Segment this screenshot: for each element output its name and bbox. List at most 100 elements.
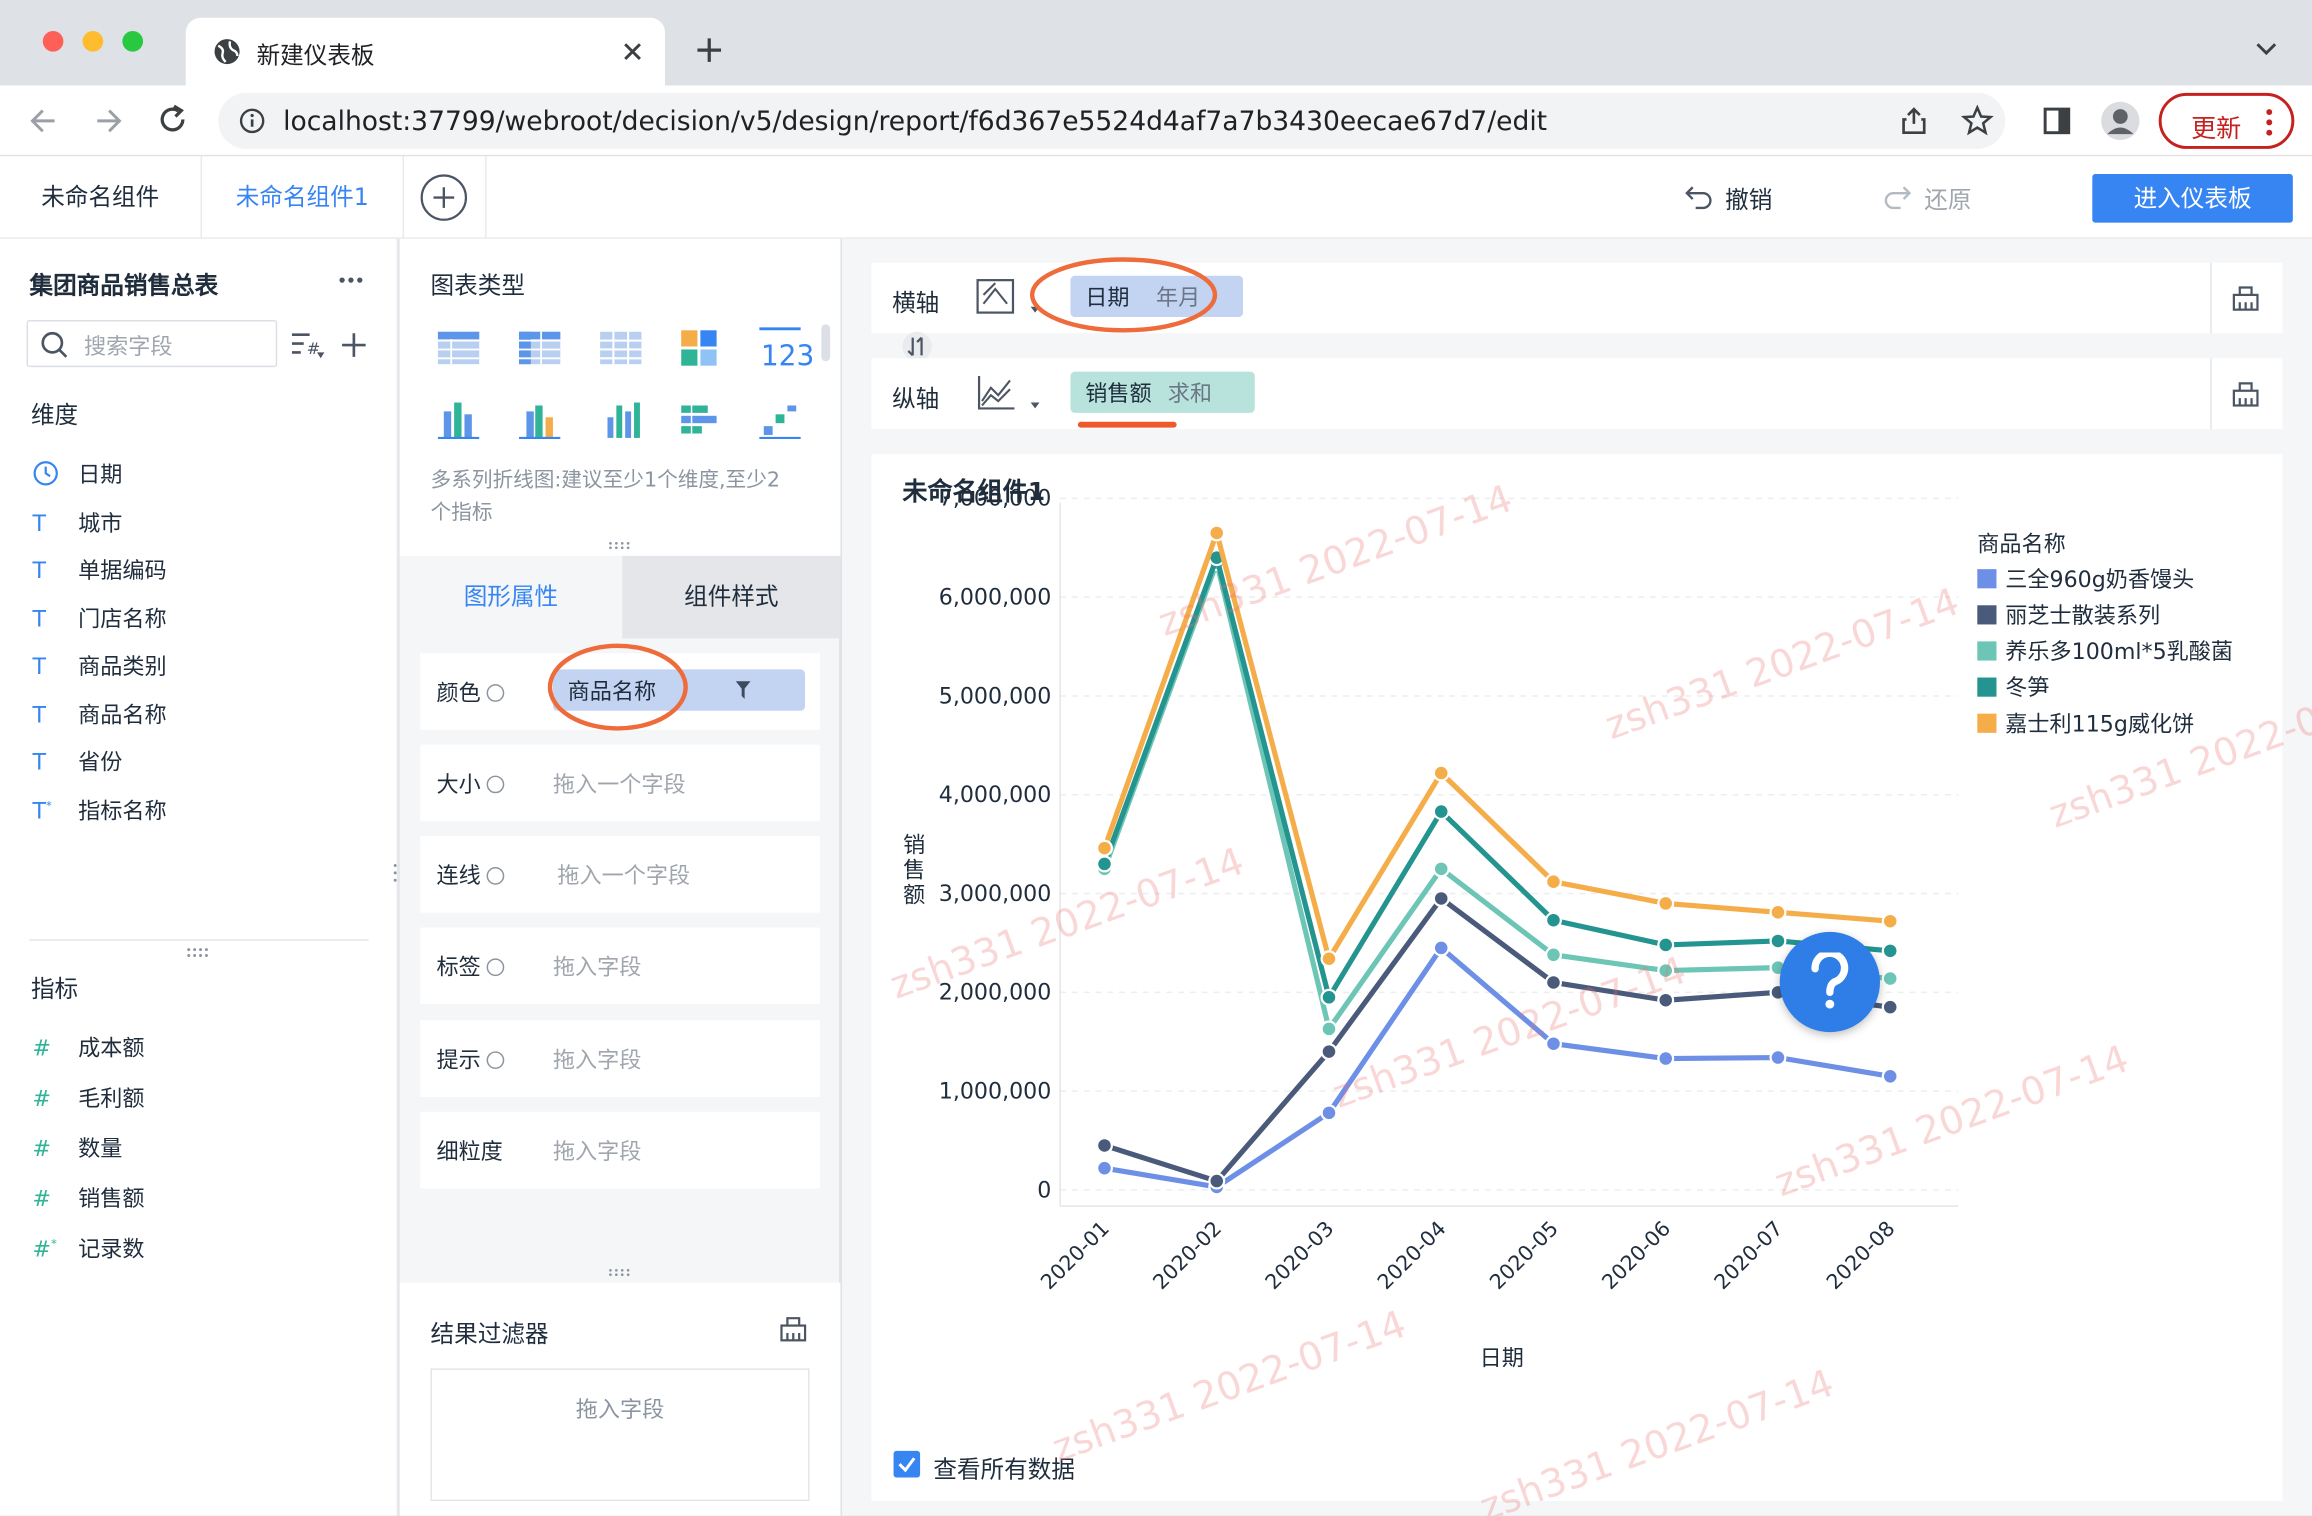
new-tab-icon[interactable] [694,35,723,64]
measure-item-record-count[interactable]: #* 记录数 [32,1233,144,1264]
back-icon[interactable] [28,105,60,137]
resize-handle-icon[interactable] [607,1268,634,1277]
prop-granularity-label: 细粒度 [436,1138,503,1165]
side-panel-icon[interactable] [2042,106,2071,135]
gear-icon[interactable] [486,867,505,885]
measure-item-cost[interactable]: # 成本额 [32,1032,144,1063]
data-point [1544,911,1562,929]
prop-row-tooltip[interactable]: 提示 拖入字段 [420,1020,820,1098]
data-point [1657,962,1675,980]
chart-type-title: 图表类型 [430,271,525,300]
data-point [1544,946,1562,964]
prop-tooltip-hint: 拖入字段 [552,1046,642,1074]
gear-icon[interactable] [486,958,505,977]
data-point [1769,1049,1787,1067]
resize-handle-icon[interactable] [186,947,213,959]
field-sort-filter-icon[interactable]: # [289,329,330,361]
y-tick-label: 3,000,000 [939,881,1052,907]
maximize-window-button[interactable] [122,30,144,52]
browser-tabstrip: 新建仪表板 [0,0,2312,86]
gear-icon[interactable] [486,684,505,702]
prop-row-size[interactable]: 大小 拖入一个字段 [420,744,820,822]
add-field-icon[interactable] [339,330,368,359]
measure-item-gross-profit[interactable]: # 毛利额 [32,1082,144,1113]
heatmap-chart-icon [681,330,717,366]
add-component-icon[interactable] [420,174,468,221]
gallery-scrollbar[interactable] [821,324,831,362]
reload-icon[interactable] [156,103,188,135]
filter-icon[interactable] [734,680,752,701]
tab-component-style[interactable]: 组件样式 [622,555,841,639]
gear-icon[interactable] [486,1051,505,1070]
y-tick-label: 2,000,000 [939,980,1052,1006]
dimension-item-store[interactable]: T 门店名称 [32,603,166,634]
measure-item-quantity[interactable]: # 数量 [32,1132,122,1163]
profile-avatar-icon[interactable] [2100,100,2141,141]
grouped-bar-chart-icon [519,405,561,440]
x-tick-label: 2020-02 [1148,1216,1226,1294]
y-axis-type-icon[interactable] [975,373,1049,414]
y-axis-field-pill[interactable]: 销售额 求和 [1070,371,1255,413]
dimension-item-metric-name[interactable]: T* 指标名称 [32,795,166,826]
text-type-icon: T [32,606,46,633]
data-point [1881,970,1899,987]
share-icon[interactable] [1899,106,1928,135]
forward-icon[interactable] [91,105,123,137]
enter-dashboard-button[interactable]: 进入仪表板 [2092,173,2293,223]
tab-search-chevron-icon[interactable] [2255,40,2279,58]
y-tick-label: 7,000,000 [939,486,1052,512]
row-divider [2210,262,2212,334]
chart-type-gallery[interactable]: 123 [426,320,824,453]
dimension-item-product[interactable]: T 商品名称 [32,699,166,730]
checkbox-checked-icon[interactable] [892,1449,921,1478]
prop-row-color[interactable]: 颜色 商品名称 [420,643,820,731]
dimension-item-doc-code[interactable]: T 单据编码 [32,554,166,585]
dimension-item-city[interactable]: T 城市 [32,507,122,538]
address-bar[interactable]: localhost:37799/webroot/decision/v5/desi… [218,92,2006,149]
dimension-item-province[interactable]: T 省份 [32,746,122,777]
data-panel: 集团商品销售总表 搜索字段 # 维度 日期 T 城市 T 单据编码 T 门店名称… [0,238,403,1516]
data-point [1320,1104,1338,1122]
tab-component-1[interactable]: 未命名组件1 [202,156,405,239]
y-tick-label: 5,000,000 [939,683,1052,709]
dimension-item-category[interactable]: T 商品类别 [32,650,166,681]
tab-graph-properties[interactable]: 图形属性 [399,555,623,639]
field-search-input[interactable]: 搜索字段 [26,319,278,368]
column-chart-icon [607,402,640,438]
update-button[interactable]: 更新 [2158,92,2295,149]
chart-widget: 未命名组件1 7,000,000 6,000,000 5,000,000 4,000,… [871,454,2283,1502]
filter-settings-icon[interactable] [777,1312,809,1344]
y-axis-row: 纵轴 销售额 求和 [871,358,2283,430]
browser-tab[interactable]: 新建仪表板 [185,17,665,86]
measure-item-sales[interactable]: # 销售额 [32,1183,144,1214]
prop-row-connect-line[interactable]: 连线 拖入一个字段 [420,836,820,913]
number-type-icon: # [32,1135,51,1162]
prop-row-granularity[interactable]: 细粒度 拖入字段 [420,1111,820,1189]
bookmark-star-icon[interactable] [1961,104,1994,137]
help-button[interactable] [1779,931,1880,1033]
more-horizontal-icon[interactable] [338,276,365,285]
prop-size-label: 大小 [436,768,505,799]
text-type-icon: T [32,557,46,584]
line-chart[interactable]: 7,000,000 6,000,000 5,000,000 4,000,000 3,00… [871,454,2282,1501]
resize-handle-icon[interactable] [607,541,634,550]
close-tab-icon[interactable] [622,41,643,62]
kpi-number-chart-icon: 123 [759,327,814,373]
text-type-icon: T [32,749,46,776]
data-point [1432,764,1450,782]
redo-label: 还原 [1924,185,1972,214]
result-filter-dropzone[interactable]: 拖入字段 [430,1368,810,1502]
tab-component-0[interactable]: 未命名组件 [0,156,203,239]
site-info-icon[interactable] [239,108,266,135]
series-line [1102,555,1891,1000]
legend-item-label: 嘉士利115g威化饼 [2005,711,2194,737]
axis-settings-icon[interactable] [2229,377,2261,409]
close-window-button[interactable] [42,30,64,52]
axis-settings-icon[interactable] [2229,282,2261,314]
gear-icon[interactable] [486,775,505,794]
data-point [1432,939,1450,957]
minimize-window-button[interactable] [82,30,104,52]
waterfall-chart-icon [759,405,801,440]
dimension-item-date[interactable]: 日期 [32,459,122,490]
prop-row-label[interactable]: 标签 拖入字段 [420,927,820,1005]
